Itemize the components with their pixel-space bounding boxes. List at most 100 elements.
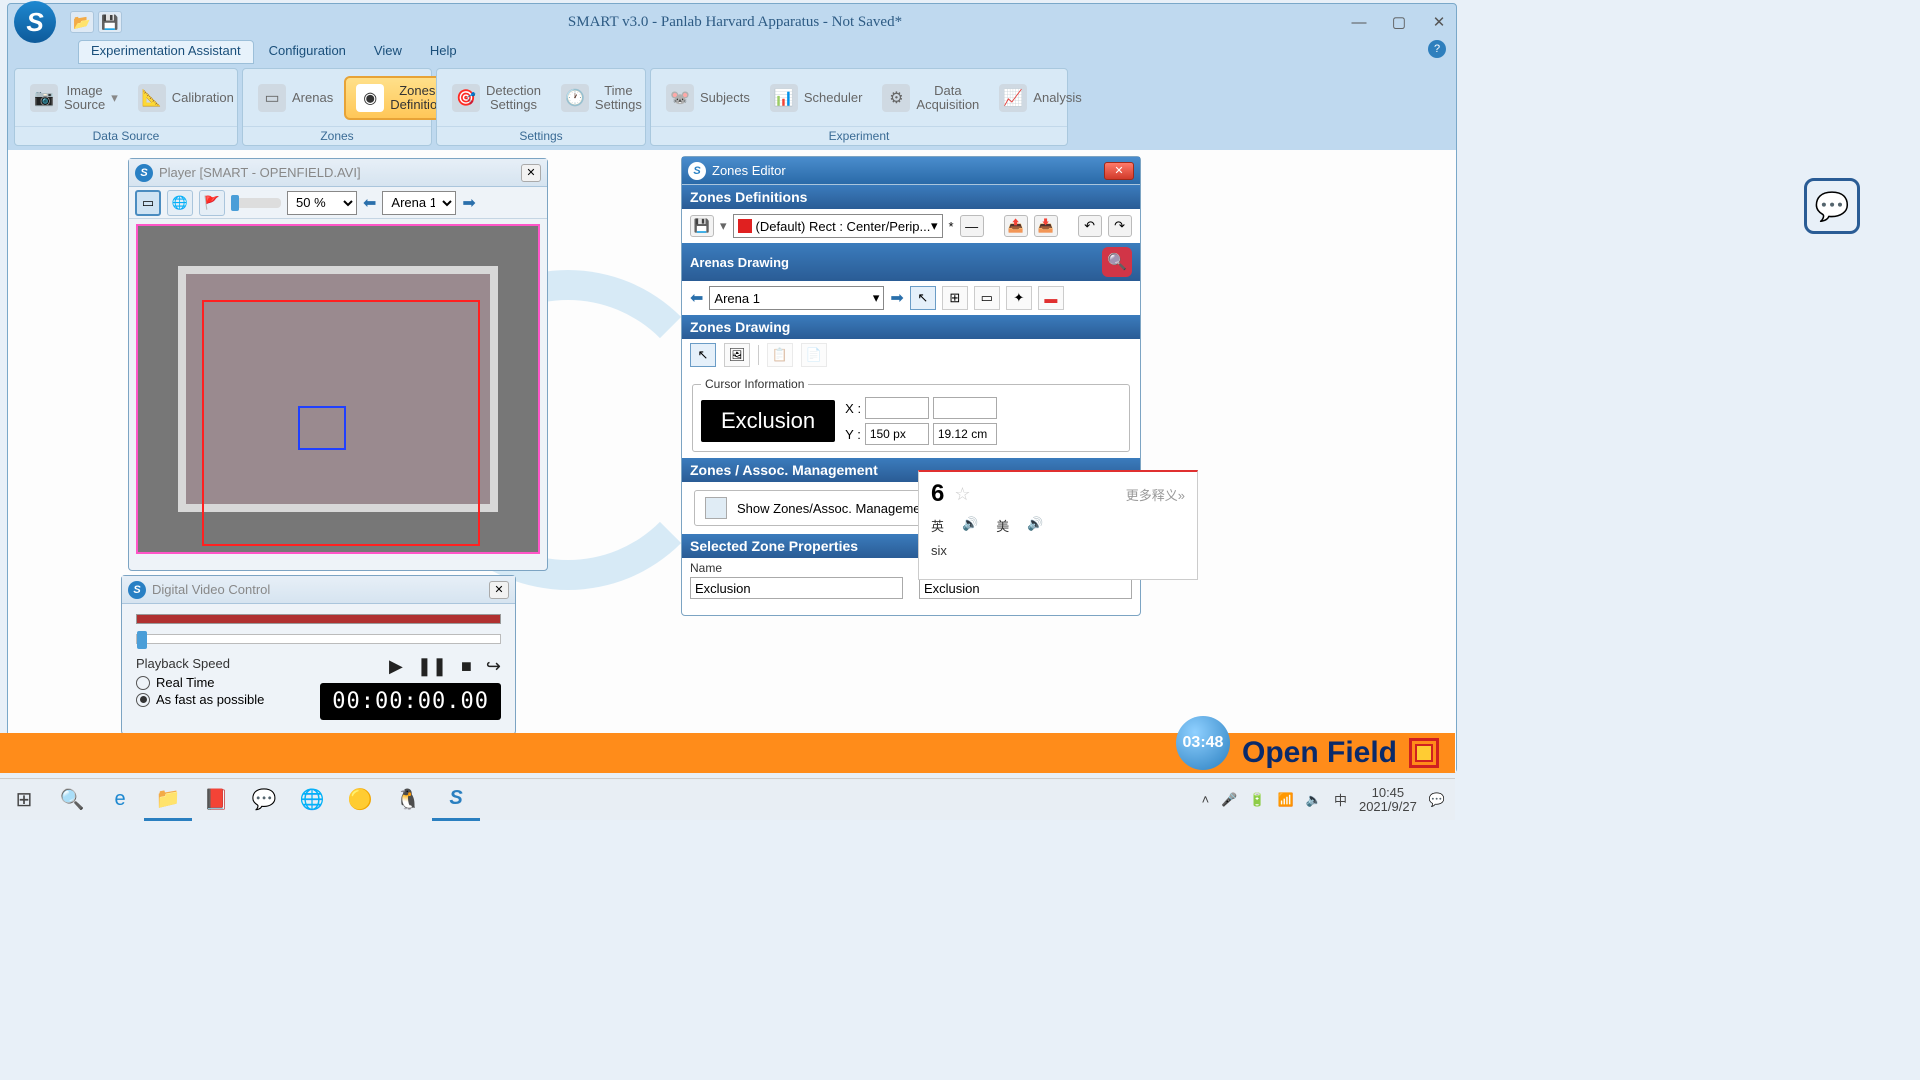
paste-icon: 📄 [801, 343, 827, 367]
cursor-info-label: Cursor Information [701, 377, 808, 391]
slider[interactable] [231, 198, 281, 208]
next-icon[interactable]: ➡ [890, 288, 903, 308]
window-controls: — ▢ ✕ [1348, 11, 1450, 33]
dvc-title: Digital Video Control [152, 582, 483, 597]
calibration-button[interactable]: 📐Calibration [129, 77, 243, 119]
zoom-select[interactable]: 50 % [287, 191, 357, 215]
progress-track[interactable] [136, 614, 501, 624]
maximize-button[interactable]: ▢ [1388, 11, 1410, 33]
detection-settings-button[interactable]: 🎯Detection Settings [443, 77, 550, 119]
pointer-tool-icon[interactable]: ↖ [910, 286, 936, 310]
prev-icon[interactable]: ⬅ [690, 288, 703, 308]
volume-icon[interactable]: 🔈 [1306, 792, 1322, 808]
ime-indicator[interactable]: 中 [1334, 790, 1347, 809]
definition-select[interactable]: (Default) Rect : Center/Perip...▾ [733, 214, 943, 238]
name-field[interactable] [690, 577, 903, 599]
import-icon[interactable]: 📥 [1034, 215, 1058, 237]
image-source-button[interactable]: 📷Image Source▾ [21, 77, 127, 119]
redo-icon[interactable]: ↷ [1108, 215, 1132, 237]
skip-icon[interactable]: ↪ [486, 656, 501, 677]
close-button[interactable]: ✕ [1428, 11, 1450, 33]
subjects-button[interactable]: 🐭Subjects [657, 77, 759, 119]
search-icon[interactable]: 🔍 [48, 779, 96, 821]
undo-icon[interactable]: ↶ [1078, 215, 1102, 237]
speaker-icon[interactable]: 🔊 [1027, 516, 1043, 535]
mic-icon[interactable]: 🎤 [1221, 792, 1237, 808]
translation-meaning: six [931, 543, 1185, 558]
globe-icon[interactable]: 🌐 [167, 190, 193, 216]
qq-icon[interactable]: 🐧 [384, 779, 432, 821]
star-icon[interactable]: ☆ [954, 484, 970, 505]
x-px-field[interactable] [865, 397, 929, 419]
wechat-icon[interactable]: 💬 [240, 779, 288, 821]
data-acquisition-button[interactable]: ⚙Data Acquisition [873, 77, 988, 119]
export-icon[interactable]: 📤 [1004, 215, 1028, 237]
analysis-button[interactable]: 📈Analysis [990, 77, 1090, 119]
group-label: Zones [243, 126, 431, 145]
explorer-icon[interactable]: 📁 [144, 779, 192, 821]
notifications-icon[interactable]: 💬 [1429, 792, 1445, 808]
panel-icon: S [135, 164, 153, 182]
next-arena-icon[interactable]: ➡ [462, 193, 475, 213]
search-icon[interactable]: 🔍 [1102, 247, 1132, 277]
x-cm-field[interactable] [933, 397, 997, 419]
wifi-icon[interactable]: 📶 [1278, 792, 1294, 808]
save-icon[interactable]: 💾 [690, 215, 714, 237]
polygon-tool-icon[interactable]: ✦ [1006, 286, 1032, 310]
minimize-button[interactable]: — [1348, 11, 1370, 33]
close-icon[interactable]: ✕ [1104, 162, 1134, 180]
help-icon[interactable]: ? [1428, 40, 1446, 58]
y-px-field[interactable] [865, 423, 929, 445]
grid-tool-icon[interactable]: ⊞ [942, 286, 968, 310]
rect-tool-icon[interactable]: ▭ [974, 286, 1000, 310]
time-settings-button[interactable]: 🕐Time Settings [552, 77, 651, 119]
ribbon-group-zones: ▭Arenas ◉Zones Definition Zones [242, 68, 432, 146]
pointer-tool-icon[interactable]: ↖ [690, 343, 716, 367]
start-button[interactable]: ⊞ [0, 779, 48, 821]
save-icon[interactable]: 💾 [98, 11, 122, 33]
clock[interactable]: 10:452021/9/27 [1359, 786, 1417, 814]
play-icon[interactable]: ▶ [389, 656, 403, 677]
prev-arena-icon[interactable]: ⬅ [363, 193, 376, 213]
group-label: Experiment [651, 126, 1067, 145]
workspace: S Player [SMART - OPENFIELD.AVI] ✕ ▭ 🌐 🚩… [8, 150, 1456, 772]
edge-icon[interactable]: 🌐 [288, 779, 336, 821]
rect-tool-icon[interactable]: ▭ [135, 190, 161, 216]
image-tool-icon[interactable]: 🖼 [724, 343, 750, 367]
scheduler-button[interactable]: 📊Scheduler [761, 77, 872, 119]
radio-fast[interactable]: As fast as possible [136, 692, 320, 707]
arena-select[interactable]: Arena 1 [382, 191, 456, 215]
arenas-button[interactable]: ▭Arenas [249, 77, 342, 119]
open-file-icon[interactable]: 📂 [70, 11, 94, 33]
video-viewport[interactable] [136, 224, 540, 554]
tab-view[interactable]: View [361, 40, 415, 64]
close-icon[interactable]: ✕ [521, 164, 541, 182]
name-label: Name [690, 561, 722, 575]
flag-icon[interactable]: 🚩 [199, 190, 225, 216]
ribbon-group-settings: 🎯Detection Settings 🕐Time Settings Setti… [436, 68, 646, 146]
chrome-icon[interactable]: 🟡 [336, 779, 384, 821]
playback-speed-label: Playback Speed [136, 656, 320, 671]
chat-bubble-icon[interactable]: 💬 [1804, 178, 1860, 234]
app-logo: S [14, 1, 56, 43]
scrub-track[interactable] [136, 634, 501, 644]
y-cm-field[interactable] [933, 423, 997, 445]
stop-icon[interactable]: ■ [461, 656, 472, 677]
radio-realtime[interactable]: Real Time [136, 675, 320, 690]
minus-icon[interactable]: — [960, 215, 984, 237]
tab-experimentation-assistant[interactable]: Experimentation Assistant [78, 40, 254, 64]
pause-icon[interactable]: ❚❚ [417, 656, 447, 677]
battery-icon[interactable]: 🔋 [1249, 792, 1265, 808]
tab-help[interactable]: Help [417, 40, 470, 64]
arena-drawing-select[interactable]: Arena 1▾ [709, 286, 884, 310]
type-field[interactable] [919, 577, 1132, 599]
speaker-icon[interactable]: 🔊 [962, 516, 978, 535]
chevron-up-icon[interactable]: ˄ [1202, 792, 1210, 807]
delete-tool-icon[interactable]: ▬ [1038, 286, 1064, 310]
tab-configuration[interactable]: Configuration [256, 40, 359, 64]
ie-icon[interactable]: e [96, 779, 144, 821]
more-link[interactable]: 更多释义» [1126, 485, 1185, 504]
smart-app-icon[interactable]: S [432, 779, 480, 821]
close-icon[interactable]: ✕ [489, 581, 509, 599]
pdf-icon[interactable]: 📕 [192, 779, 240, 821]
